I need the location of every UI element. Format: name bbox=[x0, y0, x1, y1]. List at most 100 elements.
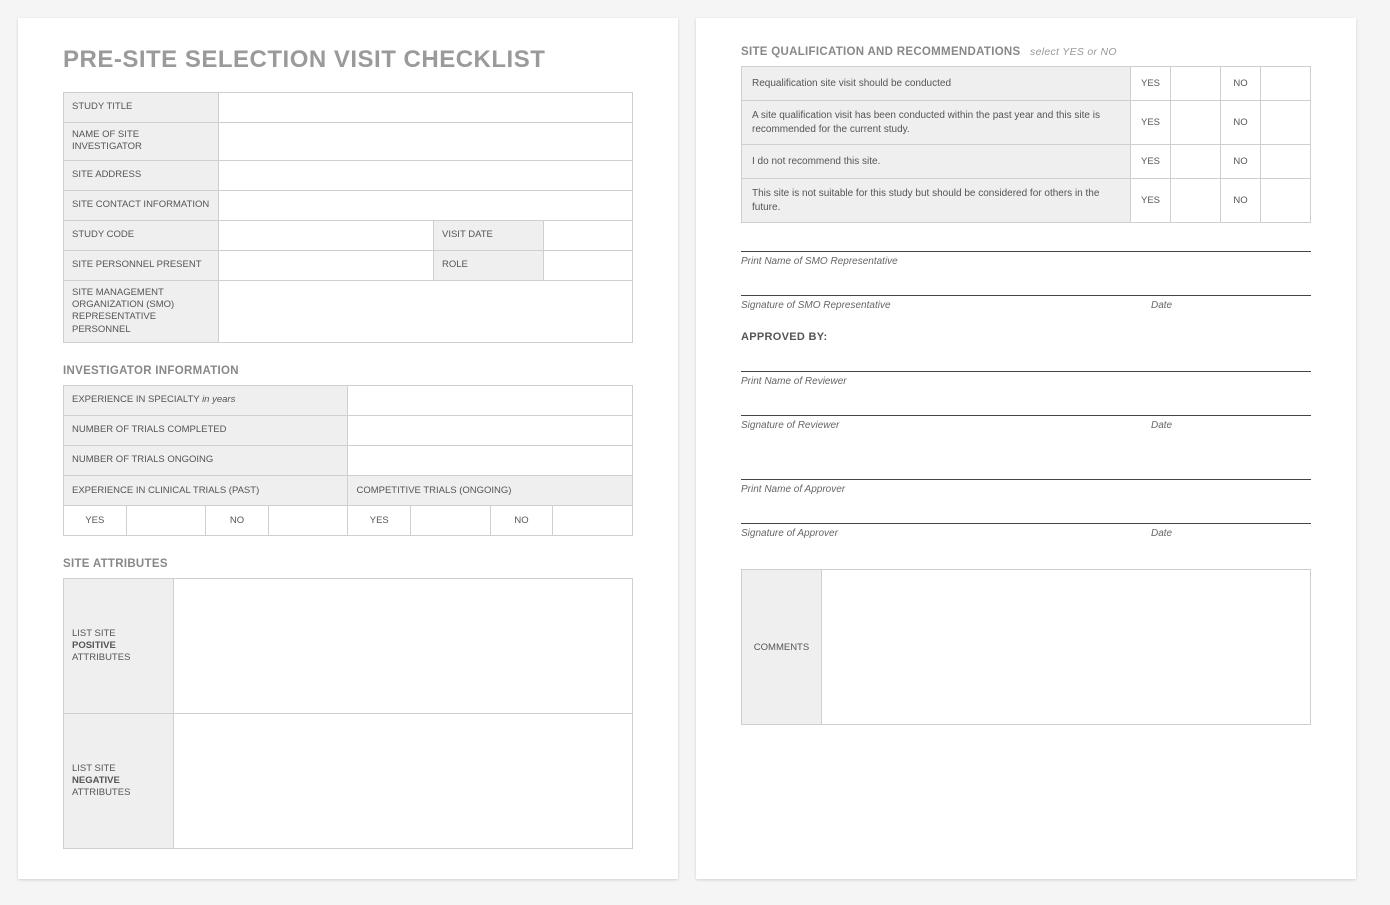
label-comments: COMMENTS bbox=[742, 570, 822, 725]
sig-approver-name: Print Name of Approver bbox=[741, 479, 1311, 495]
sig-smo-sig-label: Signature of SMO Representative bbox=[741, 300, 1151, 311]
qual-q2: I do not recommend this site. bbox=[742, 145, 1131, 179]
label-past-trials: EXPERIENCE IN CLINICAL TRIALS (PAST) bbox=[64, 476, 348, 506]
approved-by: APPROVED BY: bbox=[741, 331, 1311, 343]
qual-yes-1: YES bbox=[1130, 101, 1170, 145]
label-positive: LIST SITE POSITIVE ATTRIBUTES bbox=[64, 579, 174, 714]
qual-no-box-2[interactable] bbox=[1261, 145, 1311, 179]
input-comp-yes[interactable] bbox=[411, 506, 491, 536]
sig-smo-sig: Signature of SMO Representative Date bbox=[741, 295, 1311, 311]
txt-neg-bold: NEGATIVE bbox=[72, 775, 120, 786]
input-visit-date[interactable] bbox=[544, 220, 633, 250]
qual-yes-box-3[interactable] bbox=[1171, 179, 1221, 223]
label-address: SITE ADDRESS bbox=[64, 160, 219, 190]
page-right: SITE QUALIFICATION AND RECOMMENDATIONS s… bbox=[696, 18, 1356, 879]
section-qualification: SITE QUALIFICATION AND RECOMMENDATIONS s… bbox=[741, 46, 1311, 58]
qual-title-text: SITE QUALIFICATION AND RECOMMENDATIONS bbox=[741, 46, 1021, 58]
page-title: PRE-SITE SELECTION VISIT CHECKLIST bbox=[63, 46, 633, 74]
qual-no-3: NO bbox=[1221, 179, 1261, 223]
input-trials-ongoing[interactable] bbox=[348, 446, 633, 476]
txt-pos-bold: POSITIVE bbox=[72, 640, 116, 651]
label-experience-text: EXPERIENCE IN SPECIALTY bbox=[72, 394, 199, 405]
qual-row-2: I do not recommend this site. YES NO bbox=[742, 145, 1311, 179]
sig-approver-sig-label: Signature of Approver bbox=[741, 528, 1151, 539]
sig-approver-name-label: Print Name of Approver bbox=[741, 484, 1311, 495]
label-comp-no: NO bbox=[490, 506, 553, 536]
qual-yes-box-0[interactable] bbox=[1171, 67, 1221, 101]
attributes-table: LIST SITE POSITIVE ATTRIBUTES LIST SITE … bbox=[63, 578, 633, 849]
input-investigator[interactable] bbox=[219, 123, 633, 161]
qual-yes-box-1[interactable] bbox=[1171, 101, 1221, 145]
label-visit-date: VISIT DATE bbox=[434, 220, 544, 250]
qual-row-1: A site qualification visit has been cond… bbox=[742, 101, 1311, 145]
label-investigator: NAME OF SITE INVESTIGATOR bbox=[64, 123, 219, 161]
qual-yes-3: YES bbox=[1130, 179, 1170, 223]
input-address[interactable] bbox=[219, 160, 633, 190]
input-study-code[interactable] bbox=[219, 220, 434, 250]
sig-approver-date-label: Date bbox=[1151, 528, 1311, 539]
sig-smo-name: Print Name of SMO Representative bbox=[741, 251, 1311, 267]
qual-no-2: NO bbox=[1221, 145, 1261, 179]
input-comp-no[interactable] bbox=[553, 506, 633, 536]
txt-neg-pre: LIST SITE bbox=[72, 763, 116, 774]
section-investigator-info: INVESTIGATOR INFORMATION bbox=[63, 365, 633, 377]
qual-yes-2: YES bbox=[1130, 145, 1170, 179]
sig-reviewer-sig: Signature of Reviewer Date bbox=[741, 415, 1311, 431]
label-trials-completed: NUMBER OF TRIALS COMPLETED bbox=[64, 416, 348, 446]
txt-pos-post: ATTRIBUTES bbox=[72, 652, 130, 663]
label-trials-ongoing: NUMBER OF TRIALS ONGOING bbox=[64, 446, 348, 476]
label-past-yes: YES bbox=[64, 506, 127, 536]
qual-yes-0: YES bbox=[1130, 67, 1170, 101]
investigator-table: EXPERIENCE IN SPECIALTY in years NUMBER … bbox=[63, 385, 633, 536]
label-past-no: NO bbox=[206, 506, 269, 536]
input-role[interactable] bbox=[544, 250, 633, 280]
qual-no-1: NO bbox=[1221, 101, 1261, 145]
sig-reviewer-name-label: Print Name of Reviewer bbox=[741, 376, 1311, 387]
label-comp-yes: YES bbox=[348, 506, 411, 536]
sig-reviewer-name: Print Name of Reviewer bbox=[741, 371, 1311, 387]
input-smo[interactable] bbox=[219, 280, 633, 342]
label-negative: LIST SITE NEGATIVE ATTRIBUTES bbox=[64, 714, 174, 849]
qual-q1: A site qualification visit has been cond… bbox=[742, 101, 1131, 145]
general-info-table: STUDY TITLE NAME OF SITE INVESTIGATOR SI… bbox=[63, 92, 633, 343]
qual-no-box-0[interactable] bbox=[1261, 67, 1311, 101]
txt-pos-pre: LIST SITE bbox=[72, 628, 116, 639]
signature-block: Print Name of SMO Representative Signatu… bbox=[741, 251, 1311, 539]
input-comments[interactable] bbox=[822, 570, 1311, 725]
label-competitive: COMPETITIVE TRIALS (ONGOING) bbox=[348, 476, 633, 506]
label-experience: EXPERIENCE IN SPECIALTY in years bbox=[64, 386, 348, 416]
input-past-yes[interactable] bbox=[126, 506, 206, 536]
label-personnel: SITE PERSONNEL PRESENT bbox=[64, 250, 219, 280]
sig-reviewer-sig-label: Signature of Reviewer bbox=[741, 420, 1151, 431]
input-personnel[interactable] bbox=[219, 250, 434, 280]
page-left: PRE-SITE SELECTION VISIT CHECKLIST STUDY… bbox=[18, 18, 678, 879]
label-role: ROLE bbox=[434, 250, 544, 280]
qual-no-box-1[interactable] bbox=[1261, 101, 1311, 145]
qualification-table: Requalification site visit should be con… bbox=[741, 66, 1311, 223]
qual-q3: This site is not suitable for this study… bbox=[742, 179, 1131, 223]
input-past-no[interactable] bbox=[268, 506, 348, 536]
sig-smo-date-label: Date bbox=[1151, 300, 1311, 311]
qual-no-box-3[interactable] bbox=[1261, 179, 1311, 223]
sig-approver-sig: Signature of Approver Date bbox=[741, 523, 1311, 539]
comments-table: COMMENTS bbox=[741, 569, 1311, 725]
txt-neg-post: ATTRIBUTES bbox=[72, 787, 130, 798]
qual-yes-box-2[interactable] bbox=[1171, 145, 1221, 179]
label-experience-note: in years bbox=[202, 394, 235, 405]
input-experience[interactable] bbox=[348, 386, 633, 416]
qual-row-3: This site is not suitable for this study… bbox=[742, 179, 1311, 223]
label-smo-text: SITE MANAGEMENT ORGANIZATION (SMO) REPRE… bbox=[72, 287, 174, 335]
input-study-title[interactable] bbox=[219, 93, 633, 123]
input-contact[interactable] bbox=[219, 190, 633, 220]
label-smo: SITE MANAGEMENT ORGANIZATION (SMO) REPRE… bbox=[64, 280, 219, 342]
input-trials-completed[interactable] bbox=[348, 416, 633, 446]
section-site-attributes: SITE ATTRIBUTES bbox=[63, 558, 633, 570]
input-positive[interactable] bbox=[174, 579, 633, 714]
input-negative[interactable] bbox=[174, 714, 633, 849]
qual-q0: Requalification site visit should be con… bbox=[742, 67, 1131, 101]
label-contact: SITE CONTACT INFORMATION bbox=[64, 190, 219, 220]
sig-reviewer-date-label: Date bbox=[1151, 420, 1311, 431]
qual-row-0: Requalification site visit should be con… bbox=[742, 67, 1311, 101]
label-study-code: STUDY CODE bbox=[64, 220, 219, 250]
sig-smo-name-label: Print Name of SMO Representative bbox=[741, 256, 1311, 267]
